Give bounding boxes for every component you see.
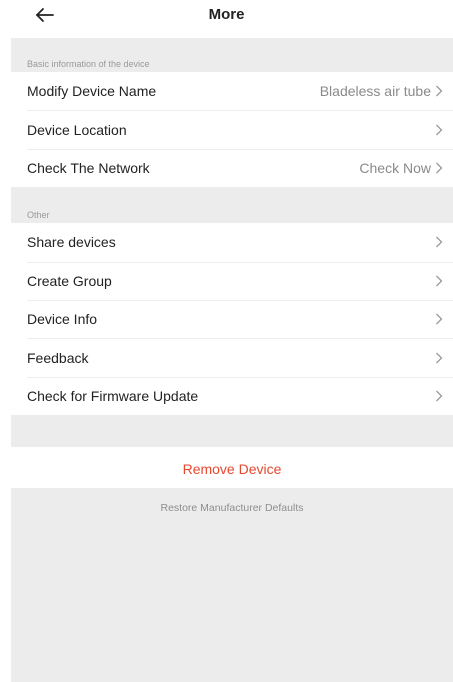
device-info-row[interactable]: Device Info — [11, 299, 453, 339]
row-label: Device Info — [27, 311, 98, 328]
chevron-right-icon — [436, 85, 443, 97]
chevron-right-icon — [436, 390, 443, 402]
chevron-right-icon — [436, 124, 443, 136]
share-devices-row[interactable]: Share devices — [11, 223, 453, 262]
feedback-row[interactable]: Feedback — [11, 338, 453, 377]
row-label: Modify Device Name — [27, 83, 157, 100]
create-group-row[interactable]: Create Group — [11, 261, 453, 300]
chevron-right-icon — [436, 275, 443, 287]
section-basic-info: Basic information of the device Modify D… — [11, 38, 453, 448]
page-title: More — [208, 6, 245, 23]
chevron-right-icon — [436, 162, 443, 174]
section-spacer — [11, 415, 453, 448]
device-location-row[interactable]: Device Location — [11, 110, 453, 149]
chevron-right-icon — [436, 352, 443, 363]
row-label: Share devices — [27, 234, 116, 251]
row-label: Device Location — [27, 121, 127, 138]
check-now-value: Check Now — [359, 159, 431, 176]
row-label: Feedback — [27, 349, 89, 366]
device-name-value: Bladeless air tube — [319, 83, 431, 100]
row-label: Check for Firmware Update — [27, 387, 199, 404]
section-header: Basic information of the device — [27, 59, 150, 69]
modify-device-name-row[interactable]: Modify Device Name Bladeless air tube — [11, 72, 453, 111]
restore-defaults-button[interactable]: Restore Manufacturer Defaults — [11, 488, 453, 514]
row-label: Create Group — [27, 272, 112, 289]
row-label: Check The Network — [27, 159, 150, 176]
check-network-row[interactable]: Check The Network Check Now — [11, 148, 453, 188]
firmware-update-row[interactable]: Check for Firmware Update — [11, 376, 453, 416]
section-header: Other — [27, 210, 50, 221]
remove-device-button[interactable]: Remove Device — [11, 450, 453, 488]
chevron-right-icon — [436, 236, 443, 248]
bottom-panel: Restore Manufacturer Defaults — [11, 488, 453, 682]
chevron-right-icon — [436, 313, 443, 325]
top-bar: More — [0, 0, 453, 36]
